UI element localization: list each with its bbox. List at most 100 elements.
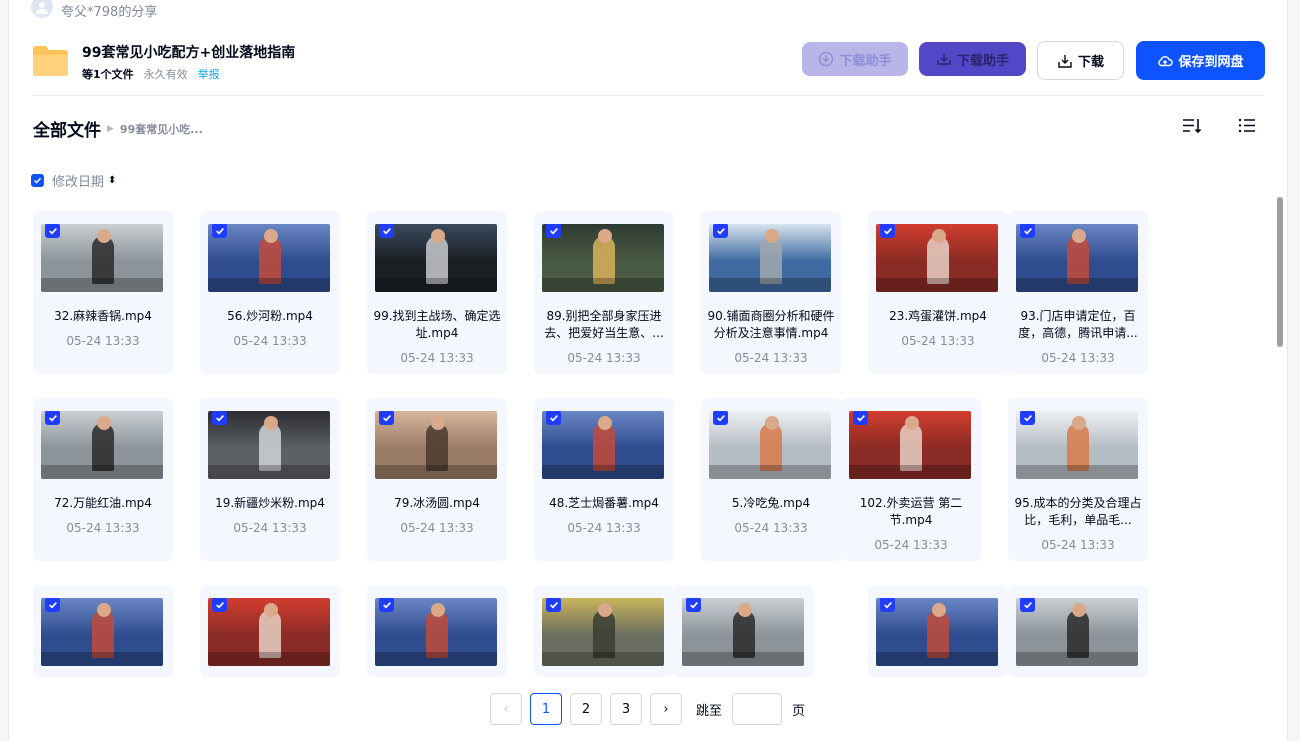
video-thumbnail[interactable] [709,411,831,479]
video-thumbnail[interactable] [1016,598,1138,666]
file-checkbox[interactable] [713,224,728,238]
file-tile[interactable]: 32.麻辣香锅.mp4 05-24 13:33 [33,211,173,374]
file-name[interactable]: 102.外卖运营 第二节.mp4 [847,495,975,529]
video-thumbnail[interactable] [542,224,664,292]
file-checkbox[interactable] [45,598,60,612]
file-name[interactable]: 79.冰汤圆.mp4 [373,495,501,512]
file-tile[interactable]: 72.万能红油.mp4 05-24 13:33 [33,398,173,561]
file-checkbox[interactable] [880,224,895,238]
file-checkbox[interactable] [546,598,561,612]
file-tile[interactable] [534,585,674,677]
file-checkbox[interactable] [546,224,561,238]
file-tile[interactable] [200,585,340,677]
file-checkbox[interactable] [212,224,227,238]
file-tile[interactable]: 95.成本的分类及合理占比，毛利，单品毛... 05-24 13:33 [1008,398,1148,561]
file-name[interactable]: 56.炒河粉.mp4 [206,308,334,325]
file-checkbox[interactable] [212,411,227,425]
file-tile[interactable]: 19.新疆炒米粉.mp4 05-24 13:33 [200,398,340,561]
video-thumbnail[interactable] [876,598,998,666]
file-name[interactable]: 32.麻辣香锅.mp4 [39,308,167,325]
file-tile[interactable] [1008,585,1148,677]
scrollbar-thumb[interactable] [1277,197,1283,347]
video-thumbnail[interactable] [208,411,330,479]
sort-by-modified-date[interactable]: 修改日期 [52,171,104,190]
folder-icon [33,46,68,76]
file-checkbox[interactable] [379,224,394,238]
file-tile[interactable] [868,585,1008,677]
file-tile[interactable]: 48.芝士焗番薯.mp4 05-24 13:33 [534,398,674,561]
file-tile[interactable] [674,585,814,677]
sort-order-icon[interactable] [1181,116,1203,136]
next-page-button[interactable]: › [650,693,682,725]
file-name[interactable]: 89.别把全部身家压进去、把爱好当生意、... [540,308,668,342]
video-thumbnail[interactable] [542,411,664,479]
file-checkbox[interactable] [1020,224,1035,238]
sort-arrow-icon[interactable]: ⬍ [108,175,116,186]
select-all-checkbox[interactable] [31,174,44,187]
page-2-button[interactable]: 2 [570,693,602,725]
video-thumbnail[interactable] [375,224,497,292]
cloud-upload-icon [1158,55,1174,66]
file-checkbox[interactable] [713,411,728,425]
video-thumbnail[interactable] [41,411,163,479]
page-3-button[interactable]: 3 [610,693,642,725]
file-tile[interactable]: 89.别把全部身家压进去、把爱好当生意、... 05-24 13:33 [534,211,674,374]
list-view-icon[interactable] [1236,116,1258,136]
page-1-button[interactable]: 1 [530,693,562,725]
file-checkbox[interactable] [1020,411,1035,425]
file-tile[interactable]: 79.冰汤圆.mp4 05-24 13:33 [367,398,507,561]
file-name[interactable]: 23.鸡蛋灌饼.mp4 [874,308,1002,325]
check-icon [1023,414,1032,422]
file-tile[interactable]: 102.外卖运营 第二节.mp4 05-24 13:33 [841,398,981,561]
download-helper-button[interactable]: 下载助手 [919,42,1026,76]
file-checkbox[interactable] [45,411,60,425]
video-thumbnail[interactable] [375,598,497,666]
file-checkbox[interactable] [1020,598,1035,612]
file-name[interactable]: 48.芝士焗番薯.mp4 [540,495,668,512]
save-to-cloud-button[interactable]: 保存到网盘 [1136,41,1265,80]
video-thumbnail[interactable] [682,598,804,666]
download-button[interactable]: 下载 [1037,41,1124,80]
video-thumbnail[interactable] [709,224,831,292]
file-name[interactable]: 93.门店申请定位，百度，高德，腾讯申请... [1014,308,1142,342]
file-tile[interactable]: 93.门店申请定位，百度，高德，腾讯申请... 05-24 13:33 [1008,211,1148,374]
download-helper-button-disabled[interactable]: 下载助手 [802,42,908,76]
file-name[interactable]: 72.万能红油.mp4 [39,495,167,512]
breadcrumb-root[interactable]: 全部文件 [33,116,101,141]
video-thumbnail[interactable] [849,411,971,479]
file-tile[interactable]: 90.铺面商圈分析和硬件分析及注意事情.mp4 05-24 13:33 [701,211,841,374]
file-checkbox[interactable] [212,598,227,612]
video-thumbnail[interactable] [41,598,163,666]
file-name[interactable]: 95.成本的分类及合理占比，毛利，单品毛... [1014,495,1142,529]
file-checkbox[interactable] [45,224,60,238]
file-name[interactable]: 19.新疆炒米粉.mp4 [206,495,334,512]
file-tile[interactable] [33,585,173,677]
file-tile[interactable]: 5.冷吃兔.mp4 05-24 13:33 [701,398,841,561]
video-thumbnail[interactable] [375,411,497,479]
file-checkbox[interactable] [379,598,394,612]
file-checkbox[interactable] [853,411,868,425]
video-thumbnail[interactable] [208,224,330,292]
file-tile[interactable]: 23.鸡蛋灌饼.mp4 05-24 13:33 [868,211,1008,374]
file-tile[interactable]: 56.炒河粉.mp4 05-24 13:33 [200,211,340,374]
file-tile[interactable]: 99.找到主战场、确定选址.mp4 05-24 13:33 [367,211,507,374]
video-thumbnail[interactable] [1016,411,1138,479]
file-name[interactable]: 5.冷吃兔.mp4 [707,495,835,512]
file-checkbox[interactable] [880,598,895,612]
video-thumbnail[interactable] [876,224,998,292]
file-checkbox[interactable] [686,598,701,612]
video-thumbnail[interactable] [1016,224,1138,292]
file-name[interactable]: 99.找到主战场、确定选址.mp4 [373,308,501,342]
video-thumbnail[interactable] [41,224,163,292]
prev-page-button[interactable]: ‹ [490,693,522,725]
share-title: 99套常见小吃配方+创业落地指南 [82,45,296,61]
video-thumbnail[interactable] [208,598,330,666]
file-tile[interactable] [367,585,507,677]
video-thumbnail[interactable] [542,598,664,666]
jump-page-input[interactable] [732,693,783,725]
file-checkbox[interactable] [379,411,394,425]
file-name[interactable]: 90.铺面商圈分析和硬件分析及注意事情.mp4 [707,308,835,342]
report-link[interactable]: 举报 [198,66,220,82]
breadcrumb-separator-icon: ▶ [107,123,114,134]
file-checkbox[interactable] [546,411,561,425]
